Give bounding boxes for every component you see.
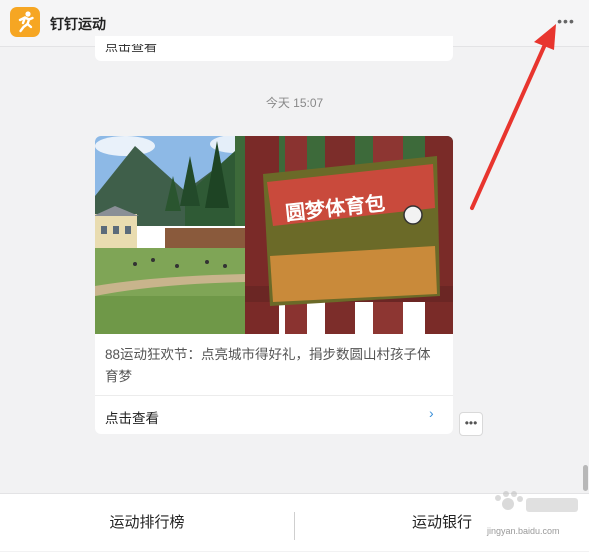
message-more-button[interactable]: •••	[459, 412, 483, 436]
message-card[interactable]: 圆梦体育包 88运动狂欢节：点亮城市得好礼，捐步数圆山村孩子体育梦 点击查看 ›	[95, 136, 453, 434]
watermark-text: jingyan.baidu.com	[487, 526, 560, 536]
message-timestamp: 今天 15:07	[265, 96, 324, 110]
running-person-icon[interactable]	[10, 7, 40, 37]
card-view-link[interactable]: 点击查看 ›	[95, 396, 453, 434]
previous-message-card[interactable]: 点击查看	[95, 36, 453, 61]
app-title: 钉钉运动	[50, 16, 106, 32]
more-dots-icon[interactable]: •••	[555, 12, 577, 32]
card-view-label: 点击查看	[105, 411, 159, 426]
leaderboard-button[interactable]: 运动排行榜	[0, 494, 294, 551]
card-image[interactable]: 圆梦体育包	[95, 136, 453, 334]
card-description: 88运动狂欢节：点亮城市得好礼，捐步数圆山村孩子体育梦	[105, 347, 431, 384]
chevron-right-icon: ›	[429, 405, 434, 421]
scroll-clip	[95, 36, 453, 44]
